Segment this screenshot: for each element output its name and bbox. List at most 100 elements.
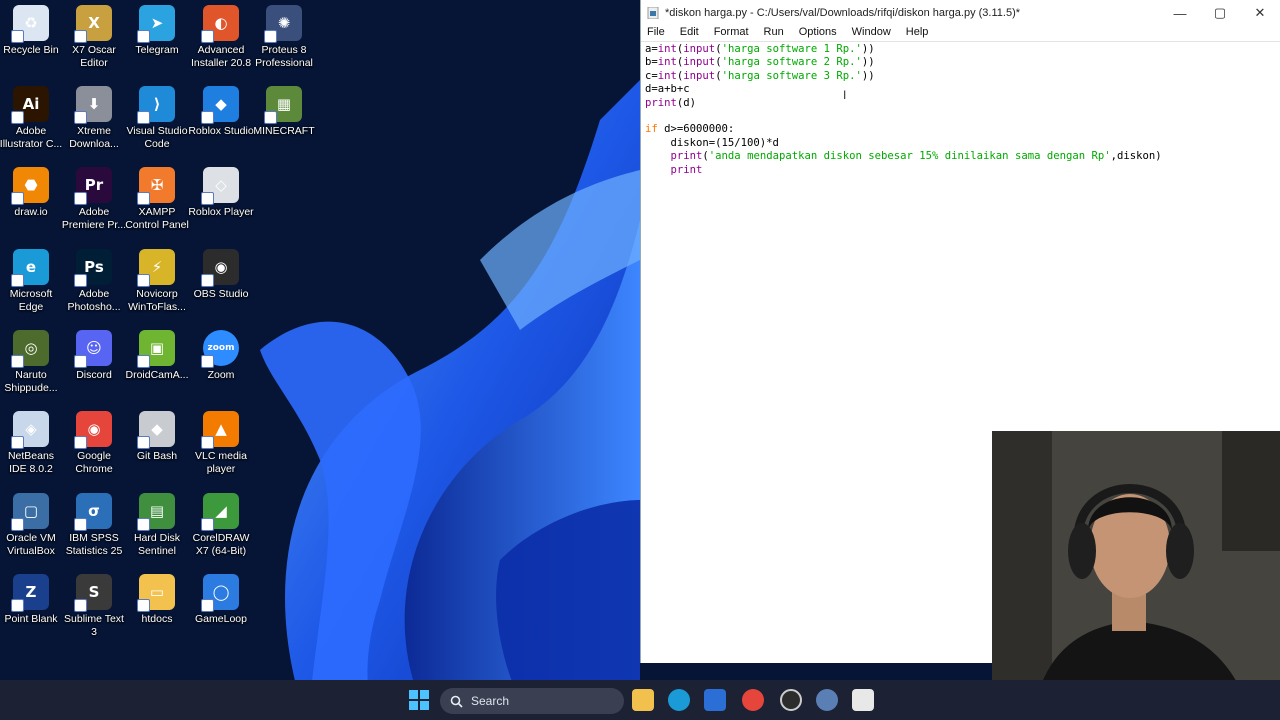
code-line: if d>=6000000: <box>645 123 735 136</box>
menu-help[interactable]: Help <box>906 26 929 41</box>
desktop-icon[interactable]: X X7 Oscar Editor <box>61 5 127 70</box>
desktop-icon[interactable]: ✺ Proteus 8 Professional <box>251 5 317 70</box>
obs-icon[interactable] <box>780 689 802 711</box>
desktop-icon[interactable]: ◉ Google Chrome <box>61 411 127 476</box>
desktop-icon[interactable]: ◆ Git Bash <box>124 411 190 463</box>
desktop-icon-label: draw.io <box>14 206 48 218</box>
menu-window[interactable]: Window <box>852 26 891 41</box>
desktop-icon[interactable]: Z Point Blank <box>0 574 64 626</box>
desktop-icon-label: Roblox Player <box>188 206 254 218</box>
desktop-icon-label: NetBeans IDE 8.0.2 <box>7 450 55 475</box>
menu-edit[interactable]: Edit <box>680 26 699 41</box>
desktop-icon[interactable]: ➤ Telegram <box>124 5 190 57</box>
desktop-icon-label: OBS Studio <box>193 288 249 300</box>
maximize-button[interactable]: ▢ <box>1200 5 1240 21</box>
desktop-icon-label: VLC media player <box>195 450 247 475</box>
desktop-icon-label: Telegram <box>135 44 179 56</box>
edge-icon[interactable] <box>668 689 690 711</box>
roblox-studio-icon: ◆ <box>201 86 239 124</box>
desktop-icon-label: Adobe Illustrator C... <box>0 125 63 150</box>
desktop-icon-label: Recycle Bin <box>3 44 59 56</box>
code-line: b=int(input('harga software 2 Rp.')) <box>645 56 875 69</box>
desktop-icon[interactable]: Ai Adobe Illustrator C... <box>0 86 64 151</box>
discord-icon: ☺ <box>74 330 112 368</box>
wintoflash-icon: ⚡ <box>137 249 175 287</box>
vlc-icon: ▲ <box>201 411 239 449</box>
desktop-icon[interactable]: ◢ CorelDRAW X7 (64-Bit) <box>188 493 254 558</box>
desktop-icon[interactable]: ◎ Naruto Shippude... <box>0 330 64 395</box>
desktop-icon[interactable]: ◇ Roblox Player <box>188 167 254 219</box>
idle-python-icon[interactable] <box>852 689 874 711</box>
minecraft-icon: ▦ <box>264 86 302 124</box>
desktop-icon[interactable]: σ IBM SPSS Statistics 25 <box>61 493 127 558</box>
gameloop-icon: ◯ <box>201 574 239 612</box>
file-explorer-icon[interactable] <box>632 689 654 711</box>
desktop-icon[interactable]: ♻ Recycle Bin <box>0 5 64 57</box>
start-windows-icon[interactable] <box>408 689 430 711</box>
desktop-icon-label: Roblox Studio <box>188 125 254 137</box>
menu-run[interactable]: Run <box>764 26 784 41</box>
close-button[interactable]: ✕ <box>1240 5 1280 21</box>
desktop-icon-label: Proteus 8 Professional <box>255 44 313 69</box>
desktop-icon[interactable]: ▦ MINECRAFT <box>251 86 317 138</box>
search-label: Search <box>471 694 510 708</box>
desktop-icon-label: Visual Studio Code <box>126 125 188 150</box>
git-bash-icon: ◆ <box>137 411 175 449</box>
drawio-icon: ⬣ <box>11 167 49 205</box>
desktop-icon[interactable]: ◐ Advanced Installer 20.8 <box>188 5 254 70</box>
coreldraw-icon: ◢ <box>201 493 239 531</box>
desktop-icon[interactable]: ▲ VLC media player <box>188 411 254 476</box>
desktop-icon[interactable]: Pr Adobe Premiere Pr... <box>61 167 127 232</box>
desktop-icon[interactable]: ▢ Oracle VM VirtualBox <box>0 493 64 558</box>
desktop-icon-label: Naruto Shippude... <box>4 369 58 394</box>
proteus-icon: ✺ <box>264 5 302 43</box>
desktop-icon[interactable]: Ps Adobe Photosho... <box>61 249 127 314</box>
desktop-icon[interactable]: ⟩ Visual Studio Code <box>124 86 190 151</box>
microsoft-store-icon[interactable] <box>704 689 726 711</box>
desktop-icon[interactable]: zoom Zoom <box>188 330 254 382</box>
desktop-icon-label: DroidCamA... <box>125 369 189 381</box>
recycle-bin-icon: ♻ <box>11 5 49 43</box>
chrome-icon[interactable] <box>742 689 764 711</box>
search-box[interactable]: Search <box>440 688 624 714</box>
window-title: *diskon harga.py - C:/Users/val/Download… <box>665 7 1021 19</box>
desktop-icon-label: MINECRAFT <box>253 125 315 137</box>
desktop-icon[interactable]: ☺ Discord <box>61 330 127 382</box>
menu-options[interactable]: Options <box>799 26 837 41</box>
xampp-icon: ✠ <box>137 167 175 205</box>
minimize-button[interactable]: — <box>1160 6 1200 21</box>
oscar-editor-icon: X <box>74 5 112 43</box>
desktop-icon[interactable]: ⚡ Novicorp WinToFlas... <box>124 249 190 314</box>
menu-format[interactable]: Format <box>714 26 749 41</box>
code-line: a=int(input('harga software 1 Rp.')) <box>645 43 875 55</box>
title-bar[interactable]: *diskon harga.py - C:/Users/val/Download… <box>641 0 1280 26</box>
desktop-icon[interactable]: ▤ Hard Disk Sentinel <box>124 493 190 558</box>
desktop-icon[interactable]: ▣ DroidCamA... <box>124 330 190 382</box>
desktop-icon[interactable]: ✠ XAMPP Control Panel <box>124 167 190 232</box>
vscode-icon: ⟩ <box>137 86 175 124</box>
code-editor[interactable]: a=int(input('harga software 1 Rp.')) b=in… <box>645 43 1162 177</box>
folder-icon: ▭ <box>137 574 175 612</box>
desktop-icon[interactable]: ⬇ Xtreme Downloa... <box>61 86 127 151</box>
search-icon <box>450 695 463 708</box>
desktop-icon[interactable]: S Sublime Text 3 <box>61 574 127 639</box>
photoshop-icon: Ps <box>74 249 112 287</box>
sublime-text-icon: S <box>74 574 112 612</box>
virtualbox-icon: ▢ <box>11 493 49 531</box>
code-line: c=int(input('harga software 3 Rp.')) <box>645 69 875 82</box>
desktop-icon[interactable]: ◉ OBS Studio <box>188 249 254 301</box>
desktop-icon-label: Sublime Text 3 <box>64 613 124 638</box>
menu-file[interactable]: File <box>647 26 665 41</box>
obs-icon: ◉ <box>201 249 239 287</box>
settings-gear-icon[interactable] <box>816 689 838 711</box>
desktop-icon[interactable]: ▭ htdocs <box>124 574 190 626</box>
desktop-icon[interactable]: ⬣ draw.io <box>0 167 64 219</box>
edge-icon: e <box>11 249 49 287</box>
desktop-icon[interactable]: e Microsoft Edge <box>0 249 64 314</box>
desktop-icon[interactable]: ◯ GameLoop <box>188 574 254 626</box>
desktop-icon[interactable]: ◈ NetBeans IDE 8.0.2 <box>0 411 64 476</box>
text-cursor-icon: I <box>843 88 847 102</box>
desktop-icon[interactable]: ◆ Roblox Studio <box>188 86 254 138</box>
naruto-icon: ◎ <box>11 330 49 368</box>
